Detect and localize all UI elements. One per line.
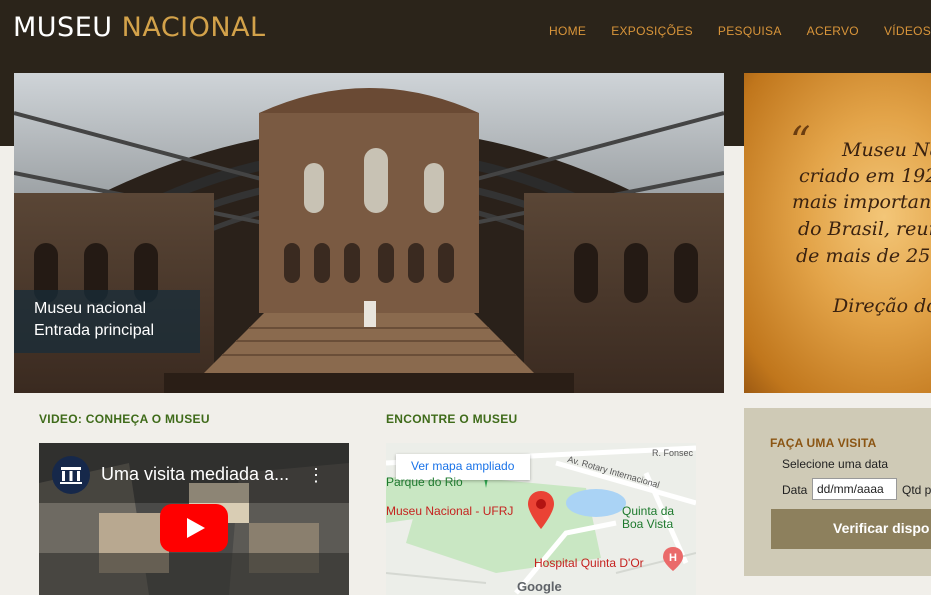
- quote-panel: “ Museu Na criado em 1922 mais importan …: [744, 73, 931, 393]
- map-label-fonseca: R. Fonsec: [652, 448, 694, 458]
- map-embed[interactable]: Ver mapa ampliado Parque do Rio Museu Na…: [386, 443, 696, 595]
- map-label-parque: Parque do Rio: [386, 475, 463, 489]
- map-label-quinta-1: Quinta da: [622, 504, 675, 518]
- logo-word-1: MUSEU: [13, 12, 113, 43]
- hero-caption: Museu nacional Entrada principal: [14, 290, 200, 353]
- map-label-hospital: Hospital Quinta D'Or: [534, 556, 644, 570]
- site-logo[interactable]: MUSEU NACIONAL: [13, 12, 266, 43]
- nav-acervo[interactable]: ACERVO: [807, 24, 859, 38]
- hero-caption-line-2: Entrada principal: [34, 322, 155, 339]
- logo-word-2: NACIONAL: [121, 12, 266, 43]
- visit-title: FAÇA UMA VISITA: [770, 436, 877, 450]
- nav-home[interactable]: HOME: [549, 24, 586, 38]
- quote-mark: “: [790, 119, 811, 165]
- quote-attribution: Direção do: [833, 295, 931, 317]
- nav-exposicoes[interactable]: EXPOSIÇÕES: [611, 24, 693, 38]
- more-options-icon[interactable]: ⋮: [307, 465, 325, 486]
- quote-line-4: do Brasil, reunin: [798, 218, 931, 240]
- google-logo: Google: [517, 579, 562, 594]
- svg-text:H: H: [669, 552, 677, 564]
- visit-panel: FAÇA UMA VISITA Selecione uma data Data …: [744, 408, 931, 576]
- map-label-museu: Museu Nacional - UFRJ: [386, 504, 514, 518]
- nav-videos[interactable]: VÍDEOS: [884, 24, 931, 38]
- play-button-icon[interactable]: [160, 504, 228, 552]
- video-title[interactable]: Uma visita mediada a...: [101, 464, 289, 485]
- video-embed[interactable]: Uma visita mediada a... ⋮: [39, 443, 349, 595]
- date-label: Data: [782, 483, 808, 497]
- map-label-quinta-2: Boa Vista: [622, 517, 674, 531]
- quote-line-2: criado em 1922: [799, 165, 931, 187]
- quote-line-5: de mais de 250: [796, 245, 931, 267]
- map-section-title: ENCONTRE O MUSEU: [386, 412, 518, 426]
- quantity-label: Qtd p: [902, 483, 931, 497]
- channel-logo[interactable]: [52, 456, 90, 494]
- quote-line-3: mais importan: [792, 191, 931, 213]
- main-nav: HOME EXPOSIÇÕES PESQUISA ACERVO VÍDEOS F: [549, 24, 931, 38]
- quote-line-1: Museu Na: [842, 139, 931, 161]
- nav-pesquisa[interactable]: PESQUISA: [718, 24, 782, 38]
- visit-select-label: Selecione uma data: [782, 457, 889, 471]
- hero-slide[interactable]: Museu nacional Entrada principal: [14, 73, 724, 393]
- check-availability-button[interactable]: Verificar dispo: [771, 509, 931, 549]
- date-input[interactable]: dd/mm/aaaa: [812, 478, 897, 500]
- map-pin-icon[interactable]: [528, 491, 554, 529]
- video-section-title: VIDEO: CONHEÇA O MUSEU: [39, 412, 210, 426]
- hero-caption-line-1: Museu nacional: [34, 300, 147, 317]
- hospital-icon: H: [663, 547, 683, 571]
- museum-building-icon: [60, 467, 82, 484]
